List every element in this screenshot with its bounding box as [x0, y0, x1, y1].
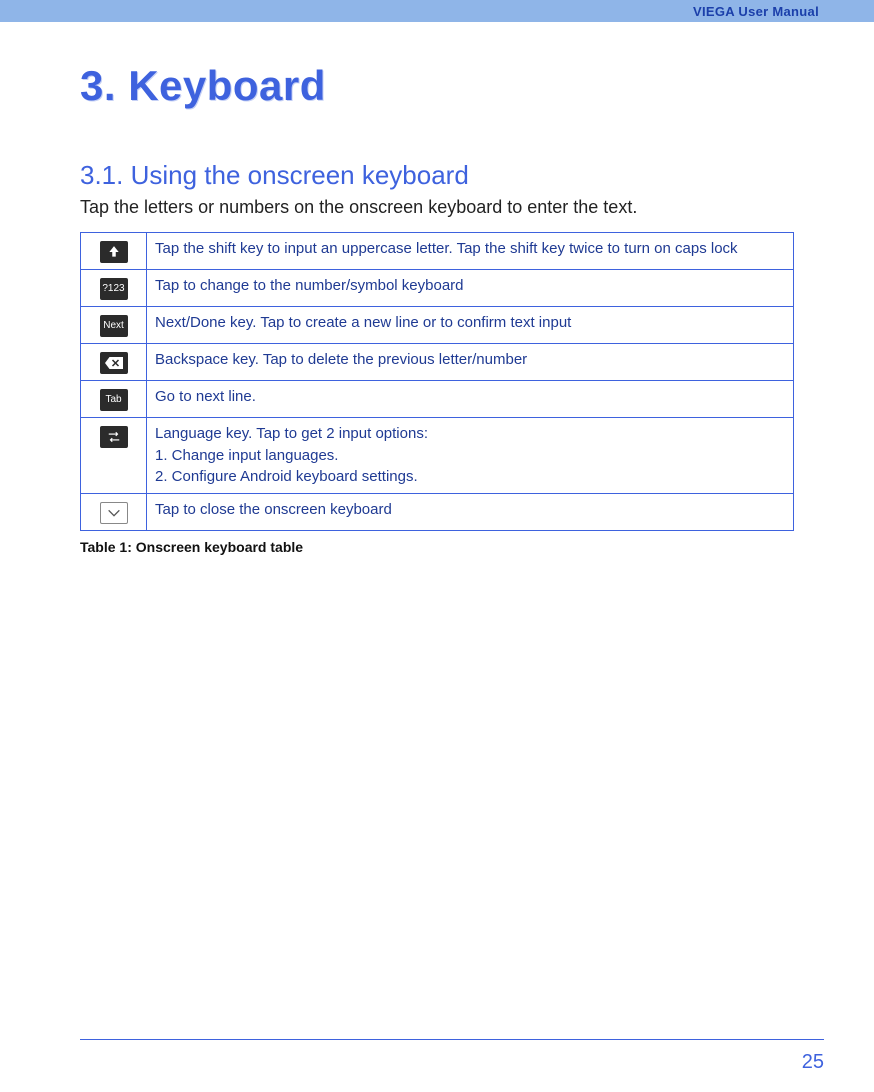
table-row: Language key. Tap to get 2 input options…	[81, 418, 794, 494]
icon-cell	[81, 418, 147, 494]
language-icon	[100, 426, 128, 448]
num-sym-icon: ?123	[100, 278, 128, 300]
row-desc: Next/Done key. Tap to create a new line …	[155, 314, 571, 331]
desc-cell: Tap to change to the number/symbol keybo…	[147, 270, 794, 307]
header-title: VIEGA User Manual	[693, 4, 819, 19]
table-row: ?123 Tap to change to the number/symbol …	[81, 270, 794, 307]
desc-cell: Tap the shift key to input an uppercase …	[147, 233, 794, 270]
row-desc: Tap to close the onscreen keyboard	[155, 501, 392, 518]
table-row: Tap the shift key to input an uppercase …	[81, 233, 794, 270]
icon-cell: ?123	[81, 270, 147, 307]
section-heading: 3.1. Using the onscreen keyboard	[80, 160, 794, 191]
backspace-icon	[100, 352, 128, 374]
header-bar: VIEGA User Manual	[0, 0, 874, 22]
icon-cell	[81, 233, 147, 270]
desc-cell: Next/Done key. Tap to create a new line …	[147, 307, 794, 344]
desc-cell: Go to next line.	[147, 381, 794, 418]
desc-cell: Language key. Tap to get 2 input options…	[147, 418, 794, 494]
row-sub: 1. Change input languages.	[155, 446, 785, 466]
row-desc: Tap to change to the number/symbol keybo…	[155, 277, 464, 294]
page: VIEGA User Manual 3. Keyboard 3.1. Using…	[0, 0, 874, 1092]
row-sub: 2. Configure Android keyboard settings.	[155, 467, 785, 487]
icon-cell: Tab	[81, 381, 147, 418]
icon-cell	[81, 493, 147, 530]
close-kb-icon	[100, 502, 128, 524]
icon-cell	[81, 344, 147, 381]
footer-rule	[80, 1039, 824, 1040]
table-caption: Table 1: Onscreen keyboard table	[80, 539, 794, 555]
table-row: Tab Go to next line.	[81, 381, 794, 418]
section-intro: Tap the letters or numbers on the onscre…	[80, 197, 794, 218]
row-desc: Language key. Tap to get 2 input options…	[155, 425, 428, 442]
page-number: 25	[802, 1051, 824, 1074]
desc-cell: Backspace key. Tap to delete the previou…	[147, 344, 794, 381]
table-row: Backspace key. Tap to delete the previou…	[81, 344, 794, 381]
next-icon: Next	[100, 315, 128, 337]
row-desc: Tap the shift key to input an uppercase …	[155, 240, 738, 257]
content-area: 3. Keyboard 3.1. Using the onscreen keyb…	[0, 22, 874, 555]
shift-icon	[100, 241, 128, 263]
row-desc: Backspace key. Tap to delete the previou…	[155, 351, 527, 368]
row-desc: Go to next line.	[155, 388, 256, 405]
desc-cell: Tap to close the onscreen keyboard	[147, 493, 794, 530]
icon-cell: Next	[81, 307, 147, 344]
keyboard-table: Tap the shift key to input an uppercase …	[80, 232, 794, 531]
table-row: Tap to close the onscreen keyboard	[81, 493, 794, 530]
table-row: Next Next/Done key. Tap to create a new …	[81, 307, 794, 344]
tab-icon: Tab	[100, 389, 128, 411]
chapter-heading: 3. Keyboard	[80, 62, 794, 110]
